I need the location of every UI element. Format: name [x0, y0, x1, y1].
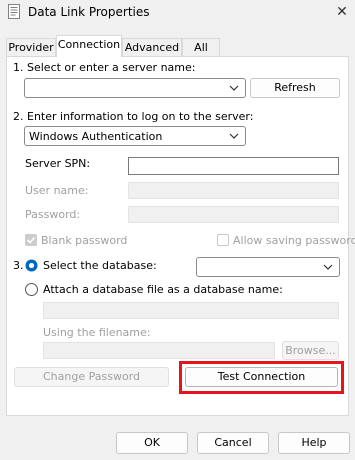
test-connection-button[interactable]: Test Connection	[185, 367, 338, 387]
chevron-down-icon	[323, 264, 333, 270]
authentication-combo[interactable]: Windows Authentication	[24, 126, 246, 146]
help-button[interactable]: Help	[278, 432, 350, 454]
blank-password-checkbox[interactable]	[25, 234, 37, 246]
close-icon[interactable]: ✕	[332, 2, 352, 22]
allow-saving-password-checkbox[interactable]	[217, 234, 229, 246]
password-label: Password:	[25, 208, 81, 221]
data-link-icon	[8, 4, 20, 19]
attach-database-label: Attach a database file as a database nam…	[43, 283, 283, 296]
change-password-button[interactable]: Change Password	[14, 367, 169, 387]
blank-password-label: Blank password	[41, 234, 128, 247]
server-name-combo[interactable]	[24, 78, 246, 98]
tab-all[interactable]: All	[182, 38, 220, 56]
step3-number: 3.	[13, 259, 24, 272]
filename-field[interactable]	[43, 342, 275, 359]
attach-database-radio[interactable]	[25, 283, 38, 296]
chevron-down-icon	[229, 133, 239, 139]
select-database-label: Select the database:	[43, 259, 157, 272]
chevron-down-icon	[229, 85, 239, 91]
refresh-button[interactable]: Refresh	[250, 78, 340, 98]
database-combo[interactable]	[196, 257, 340, 277]
cancel-button[interactable]: Cancel	[197, 432, 269, 454]
server-spn-field[interactable]	[128, 157, 339, 175]
allow-saving-password-label: Allow saving password	[233, 234, 355, 247]
window-title: Data Link Properties	[28, 5, 150, 19]
server-spn-label: Server SPN:	[25, 157, 91, 170]
ok-button[interactable]: OK	[116, 432, 188, 454]
tab-advanced[interactable]: Advanced	[122, 38, 182, 56]
step2-label: 2. Enter information to log on to the se…	[13, 110, 254, 123]
tab-connection[interactable]: Connection	[56, 35, 122, 57]
tab-provider[interactable]: Provider	[6, 38, 56, 56]
password-field[interactable]	[128, 206, 339, 223]
attach-database-name-field[interactable]	[43, 302, 339, 319]
browse-button[interactable]: Browse...	[282, 341, 339, 360]
username-label: User name:	[25, 184, 89, 197]
username-field[interactable]	[128, 182, 339, 199]
step1-label: 1. Select or enter a server name:	[13, 61, 196, 74]
authentication-value: Windows Authentication	[29, 130, 163, 143]
select-database-radio[interactable]	[25, 259, 38, 272]
filename-label: Using the filename:	[43, 326, 151, 339]
